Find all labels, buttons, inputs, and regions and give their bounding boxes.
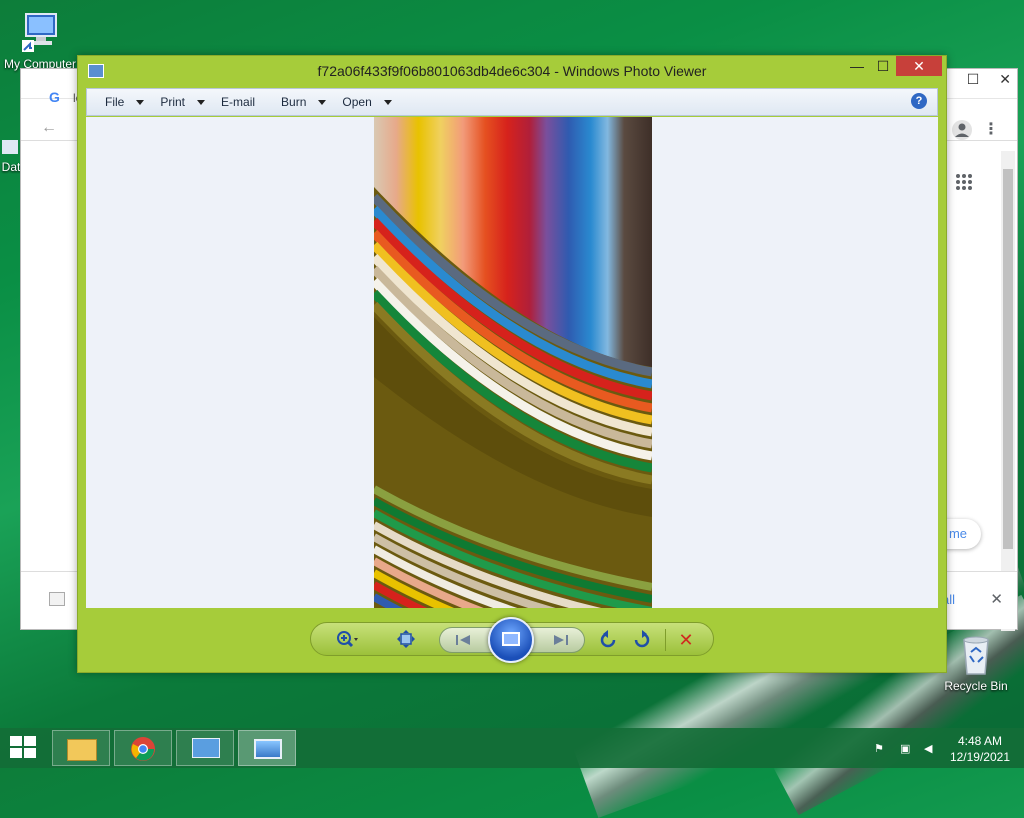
displayed-photo bbox=[374, 117, 652, 608]
recycle-bin-icon bbox=[963, 636, 989, 675]
start-button[interactable] bbox=[10, 736, 38, 760]
download-file-icon[interactable] bbox=[49, 592, 65, 606]
desktop-icon-recycle-bin[interactable]: Recycle Bin bbox=[942, 632, 1010, 693]
chevron-down-icon bbox=[136, 99, 145, 105]
chevron-down-icon bbox=[197, 99, 206, 105]
chevron-down-icon bbox=[383, 99, 392, 105]
taskbar-file-explorer[interactable] bbox=[52, 730, 110, 766]
menu-open-label: Open bbox=[342, 95, 372, 109]
maximize-button[interactable]: ☐ bbox=[870, 56, 896, 76]
slideshow-button[interactable] bbox=[488, 617, 534, 663]
action-center-flag-icon[interactable]: ⚑ bbox=[874, 742, 888, 755]
network-icon[interactable]: ▣ bbox=[900, 742, 914, 755]
back-arrow-icon[interactable]: ← bbox=[41, 119, 57, 137]
clock-date: 12/19/2021 bbox=[949, 750, 1010, 764]
browser-scroll-thumb[interactable] bbox=[1003, 169, 1013, 549]
file-icon bbox=[2, 140, 18, 154]
control-panel-icon bbox=[192, 738, 220, 758]
volume-muted-icon[interactable]: ◀ bbox=[924, 742, 938, 755]
window-title: f72a06f433f9f06b801063db4de6c304 - Windo… bbox=[317, 63, 707, 79]
close-button[interactable]: ✕ bbox=[999, 71, 1011, 88]
menu-email-label: E-mail bbox=[221, 95, 256, 109]
zoom-icon bbox=[337, 631, 358, 648]
taskbar: ⚑ ▣ ◀ 4:48 AM 12/19/2021 bbox=[0, 728, 1024, 768]
partial-button-label: me bbox=[948, 526, 967, 541]
rotate-counterclockwise-icon bbox=[600, 630, 616, 648]
fit-window-button[interactable] bbox=[395, 629, 417, 651]
rotate-clockwise-icon bbox=[634, 630, 650, 648]
taskbar-chrome[interactable] bbox=[114, 730, 172, 766]
slideshow-icon bbox=[502, 632, 520, 646]
taskbar-clock[interactable]: 4:48 AM 12/19/2021 bbox=[950, 733, 1010, 765]
menu-print[interactable]: Print bbox=[152, 89, 213, 115]
menu-email[interactable]: E-mail bbox=[213, 89, 273, 115]
help-icon[interactable]: ? bbox=[911, 93, 927, 109]
photo-viewer-toolbar: ✕ bbox=[310, 617, 714, 663]
menu-file-label: File bbox=[105, 95, 125, 109]
window-controls: — ☐ ✕ bbox=[844, 56, 942, 76]
profile-icon[interactable] bbox=[951, 119, 973, 141]
apps-grid-icon[interactable] bbox=[955, 173, 973, 191]
desktop-icon-label: Recycle Bin bbox=[944, 679, 1008, 693]
menu-file[interactable]: File bbox=[97, 89, 152, 115]
folder-icon bbox=[67, 739, 97, 761]
clock-time: 4:48 AM bbox=[957, 734, 1002, 748]
delete-icon: ✕ bbox=[678, 630, 694, 650]
desktop-icon-my-computer[interactable]: My Computer bbox=[2, 10, 78, 71]
menu-open[interactable]: Open bbox=[334, 89, 399, 115]
photo-viewer-titlebar[interactable]: f72a06f433f9f06b801063db4de6c304 - Windo… bbox=[78, 56, 946, 86]
taskbar-control-panel[interactable] bbox=[176, 730, 234, 766]
minimize-button[interactable]: — bbox=[844, 56, 870, 76]
menu-dots-icon[interactable]: ⋮ bbox=[983, 119, 999, 139]
next-icon bbox=[554, 635, 568, 645]
browser-window-controls: ☐ ✕ bbox=[967, 71, 1011, 88]
previous-icon bbox=[456, 635, 470, 645]
downloads-close-button[interactable]: ✕ bbox=[990, 590, 1003, 608]
photo-canvas bbox=[86, 117, 938, 608]
menu-burn[interactable]: Burn bbox=[273, 89, 334, 115]
rotate-counterclockwise-button[interactable] bbox=[597, 629, 619, 651]
photo-viewer-icon bbox=[254, 739, 282, 759]
fit-window-icon bbox=[397, 630, 415, 648]
computer-icon bbox=[22, 13, 57, 52]
photo-viewer-window[interactable]: f72a06f433f9f06b801063db4de6c304 - Windo… bbox=[77, 55, 947, 673]
rotate-clockwise-button[interactable] bbox=[631, 629, 653, 651]
desktop-icon-partial[interactable]: Dat bbox=[0, 140, 22, 174]
taskbar-photo-viewer[interactable] bbox=[238, 730, 296, 766]
desktop-icon-label: Dat bbox=[1, 160, 21, 174]
previous-button[interactable] bbox=[454, 633, 474, 650]
chrome-icon bbox=[131, 737, 155, 761]
chevron-down-icon bbox=[318, 99, 327, 105]
menu-burn-label: Burn bbox=[281, 95, 307, 109]
maximize-button[interactable]: ☐ bbox=[967, 71, 980, 88]
menu-print-label: Print bbox=[160, 95, 186, 109]
zoom-button[interactable] bbox=[335, 629, 358, 651]
close-button[interactable]: ✕ bbox=[896, 56, 942, 76]
delete-button[interactable]: ✕ bbox=[675, 629, 697, 651]
photo-viewer-app-icon bbox=[88, 64, 104, 78]
toolbar-divider bbox=[665, 629, 666, 651]
next-button[interactable] bbox=[550, 633, 570, 650]
photo-viewer-menubar: File Print E-mail Burn Open ? bbox=[86, 88, 938, 116]
